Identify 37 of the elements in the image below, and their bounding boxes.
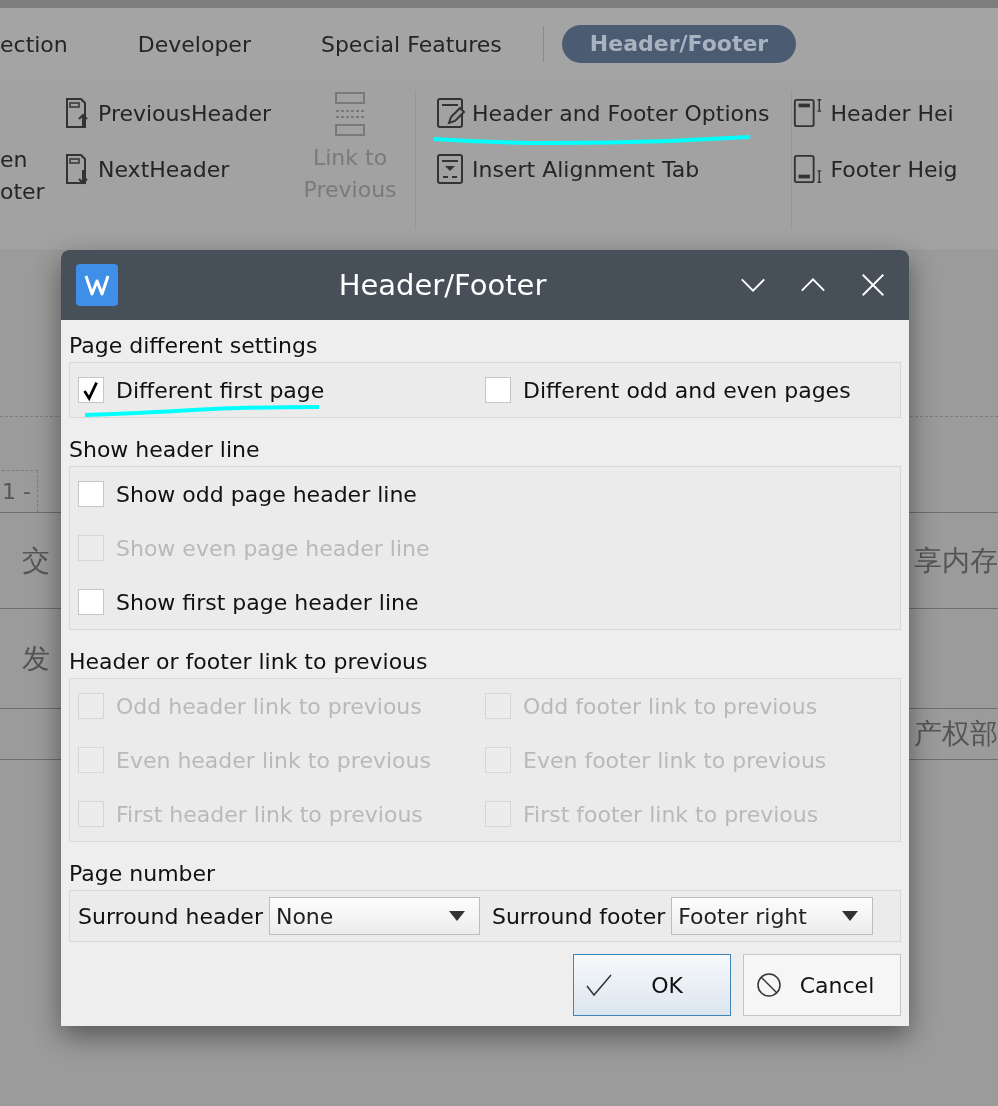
section-title: Page different settings xyxy=(69,332,319,360)
prohibited-icon xyxy=(754,970,784,1000)
checkbox-option[interactable]: Different odd and even pages xyxy=(485,363,892,417)
ribbon-button[interactable]: PreviousHeader xyxy=(60,94,272,132)
section-title: Header or footer link to previous xyxy=(69,648,429,676)
ribbon-label: en xyxy=(0,146,28,174)
field-label: Surround footer xyxy=(491,903,666,929)
close-icon[interactable] xyxy=(859,271,887,299)
ribbon-button[interactable]: NextHeader xyxy=(60,150,272,188)
document-text: 享内存 xyxy=(914,542,998,579)
dialog-button[interactable]: OK xyxy=(573,954,731,1016)
dialog-title: Header/Footer xyxy=(337,268,548,302)
dialog-button[interactable]: Cancel xyxy=(743,954,901,1016)
caret-icon xyxy=(448,911,465,921)
dropdown[interactable]: None xyxy=(268,897,480,935)
checkbox-option[interactable]: Show odd page header line xyxy=(78,467,491,521)
checkbox-option[interactable]: Show first page header line xyxy=(78,575,491,629)
ribbon-tab[interactable]: Developer xyxy=(102,31,286,57)
ribbon-button[interactable]: Insert Alignment Tab xyxy=(434,150,770,188)
section-title: Show header line xyxy=(69,436,261,464)
ribbon-button[interactable]: Header and Footer Options xyxy=(434,94,770,132)
document-text: 交 xyxy=(22,542,50,579)
checkbox-option[interactable]: Different first page xyxy=(78,363,485,417)
ribbon-tab[interactable]: ection xyxy=(0,31,103,57)
page-pencil-icon xyxy=(434,96,467,130)
caret-icon xyxy=(842,911,859,921)
field-label: Surround header xyxy=(78,903,263,929)
app-logo-icon xyxy=(76,264,118,306)
document-text: 产权部 xyxy=(914,716,998,752)
dropdown[interactable]: Footer right xyxy=(671,897,874,935)
ribbon-button[interactable]: Header Hei xyxy=(792,94,958,132)
ribbon-tab[interactable]: Header/Footer xyxy=(561,25,797,63)
ribbon-tab[interactable]: Special Features xyxy=(285,31,537,57)
document-text: 发 xyxy=(22,640,50,677)
ribbon-button[interactable]: Footer Heig xyxy=(792,150,958,188)
section-title: Page number xyxy=(69,860,217,888)
ribbon-label: oter xyxy=(0,178,45,206)
